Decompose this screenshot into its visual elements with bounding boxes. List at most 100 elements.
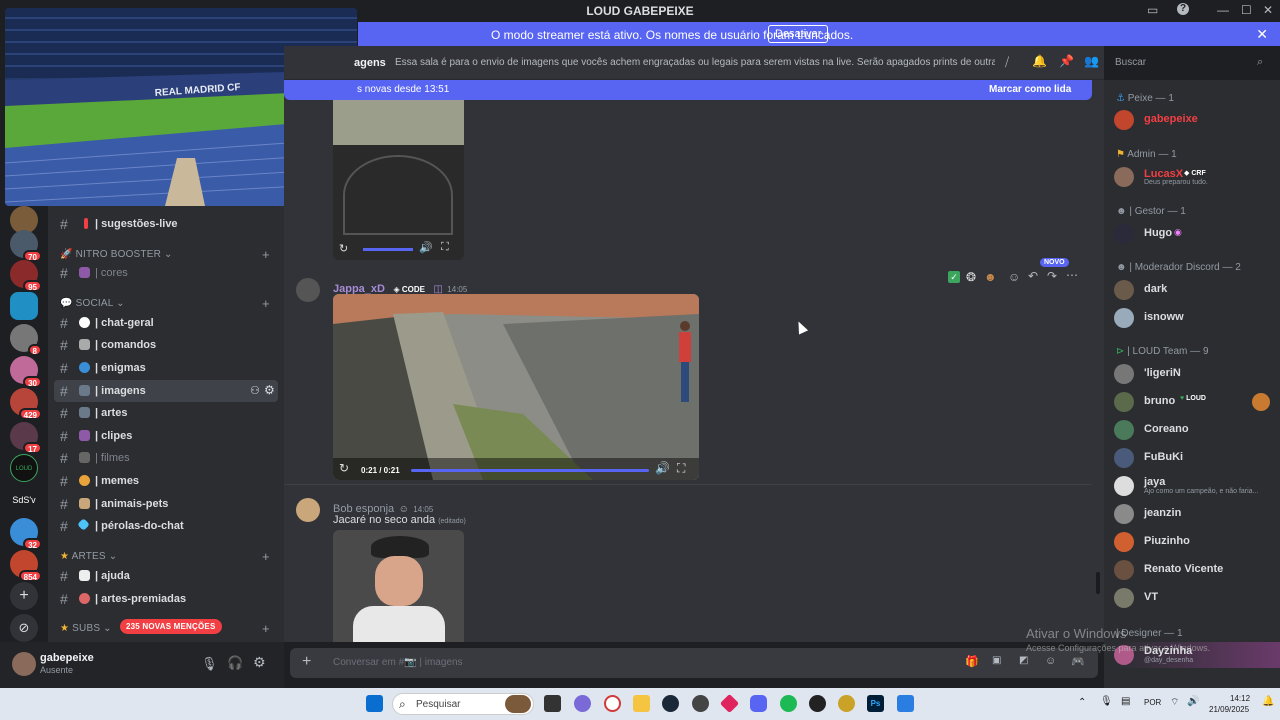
channel-cores[interactable]: # | cores [54, 262, 278, 284]
invite-icon[interactable]: ⚇ [250, 384, 260, 397]
scrollbar[interactable] [1096, 572, 1100, 594]
member-item[interactable]: Coreano [1114, 417, 1280, 443]
start-icon[interactable] [366, 695, 383, 712]
app-icon[interactable] [838, 695, 855, 712]
channel-animais-pets[interactable]: # | animais-pets [54, 493, 278, 515]
reaction-icon[interactable]: ☻ [984, 270, 997, 284]
image-attachment[interactable] [333, 530, 464, 642]
fullscreen-icon[interactable]: ⛶ [677, 461, 685, 476]
channel-clipes[interactable]: # | clipes [54, 425, 278, 447]
member-item[interactable]: gabepeixe [1114, 107, 1280, 133]
channel-comandos[interactable]: # | comandos [54, 334, 278, 356]
channel-filmes[interactable]: # | filmes [54, 447, 278, 469]
emoji-icon[interactable]: ☺ [1045, 655, 1056, 667]
add-server-icon[interactable]: + [10, 582, 38, 610]
reaction-icon[interactable]: ❂ [966, 270, 976, 284]
replay-icon[interactable]: ↻ [339, 242, 348, 255]
steam-icon[interactable] [662, 695, 679, 712]
mic-tray-icon[interactable]: 🎙 [1100, 696, 1113, 707]
spotify-icon[interactable] [780, 695, 797, 712]
category-social[interactable]: 💬 SOCIAL ⌄ + [60, 296, 270, 311]
headphones-icon[interactable]: 🎧 [227, 655, 243, 671]
add-channel-icon[interactable]: + [262, 296, 270, 311]
notifications-icon[interactable]: 🔔 [1262, 696, 1274, 707]
server-icon[interactable]: 8 [10, 324, 42, 356]
member-item[interactable]: Hugo ◉ [1114, 221, 1280, 247]
sticker-icon[interactable]: ◩ [1019, 655, 1028, 666]
task-view-icon[interactable] [544, 695, 561, 712]
server-icon[interactable]: 32 [10, 518, 42, 550]
microphone-icon[interactable]: 🎙 [201, 656, 218, 672]
tray-chevron-icon[interactable]: ⌃ [1078, 697, 1086, 708]
channel-perolas-do-chat[interactable]: # | pérolas-do-chat [54, 515, 278, 537]
member-item[interactable]: LucasX ◆ CRF Deus preparou tudo. [1114, 164, 1280, 190]
member-list-icon[interactable]: 👥 [1084, 54, 1099, 68]
channel-memes[interactable]: # | memes [54, 470, 278, 492]
network-icon[interactable]: ⌔ [1170, 696, 1179, 709]
opera-icon[interactable] [604, 695, 621, 712]
add-channel-icon[interactable]: + [262, 621, 270, 636]
minimize-icon[interactable]: — [1217, 3, 1229, 17]
threads-icon[interactable]: ⧸ [1005, 55, 1009, 70]
member-item[interactable]: VT [1114, 585, 1280, 611]
server-icon[interactable]: 854 [10, 550, 42, 582]
server-icon[interactable]: 17 [10, 422, 42, 454]
server-icon[interactable]: 95 [10, 260, 42, 292]
app-icon[interactable] [719, 693, 740, 714]
attach-plus-icon[interactable]: + [302, 653, 311, 671]
gear-icon[interactable]: ⚙ [264, 383, 275, 397]
member-item[interactable]: 'ligeriN [1114, 361, 1280, 387]
member-item[interactable]: jeanzin [1114, 501, 1280, 527]
tray-icon[interactable]: ▤ [1121, 696, 1130, 707]
channel-chat-geral[interactable]: # | chat-geral [54, 312, 278, 334]
file-explorer-icon[interactable] [633, 695, 650, 712]
more-icon[interactable]: ⋯ [1066, 268, 1078, 282]
avatar[interactable] [296, 498, 320, 522]
member-item[interactable]: FuBuKi [1114, 445, 1280, 471]
video-attachment[interactable]: ↻ 0:21 / 0:21 🔊 ⛶ [333, 294, 699, 480]
settings-gear-icon[interactable]: ⚙ [253, 654, 266, 671]
volume-tray-icon[interactable]: 🔊 [1187, 696, 1199, 707]
channel-imagens[interactable]: # | imagens ⚇ ⚙ [54, 380, 278, 402]
channel-sugestoes-live[interactable]: # | sugestões-live [54, 213, 278, 235]
gift-icon[interactable]: 🎁 [965, 655, 979, 668]
category-nitro-booster[interactable]: 🚀 NITRO BOOSTER ⌄ + [60, 247, 270, 262]
clock-date[interactable]: 21/09/2025 [1209, 705, 1249, 714]
avatar[interactable] [296, 278, 320, 302]
server-icon-sdsv[interactable]: SdS'v [10, 486, 38, 514]
add-channel-icon[interactable]: + [262, 247, 270, 262]
replay-icon[interactable]: ↻ [339, 461, 349, 475]
previous-video[interactable]: ↻ 🔊 ⛶ [333, 100, 464, 260]
close-icon[interactable]: ✕ [1263, 3, 1273, 17]
member-item[interactable]: dark [1114, 277, 1280, 303]
new-messages-bar[interactable]: s novas desde 13:51 Marcar como lida [284, 80, 1092, 100]
channel-ajuda[interactable]: # | ajuda [54, 565, 278, 587]
pin-icon[interactable]: 📌 [1059, 54, 1074, 68]
video-progress[interactable] [411, 469, 649, 472]
channel-artes-premiadas[interactable]: # | artes-premiadas [54, 588, 278, 610]
close-banner-icon[interactable]: ✕ [1256, 26, 1268, 43]
message-composer[interactable]: + Conversar em #📷 | imagens 🎁 ▣ ◩ ☺ 🎮 [290, 648, 1098, 678]
new-mentions-pill[interactable]: 235 NOVAS MENÇÕES [120, 619, 222, 634]
bell-icon[interactable]: 🔔 [1032, 54, 1047, 68]
channel-artes[interactable]: # | artes [54, 402, 278, 424]
screen-share-icon[interactable]: ▭ [1147, 3, 1158, 17]
discord-icon[interactable] [750, 695, 767, 712]
taskbar-search[interactable]: ⌕ Pesquisar [392, 693, 534, 715]
maximize-icon[interactable]: ☐ [1241, 3, 1252, 17]
server-icon[interactable]: 70 [10, 230, 42, 262]
check-reaction-icon[interactable]: ✓ [948, 271, 960, 283]
server-icon[interactable] [10, 292, 38, 320]
channel-enigmas[interactable]: # | enigmas [54, 357, 278, 379]
app-icon[interactable] [692, 695, 709, 712]
obs-icon[interactable] [809, 695, 826, 712]
member-item[interactable]: jaya Ajo como um campeão, e não faria... [1114, 473, 1280, 499]
disable-streamer-button[interactable]: Desativar [768, 25, 829, 43]
member-item[interactable]: Piuzinho [1114, 529, 1280, 555]
volume-icon[interactable]: 🔊 [655, 461, 670, 475]
member-item[interactable]: Renato Vicente [1114, 557, 1280, 583]
gif-icon[interactable]: ▣ [992, 655, 1001, 666]
category-subs[interactable]: ★ SUBS ⌄ 235 NOVAS MENÇÕES + [60, 619, 270, 636]
volume-icon[interactable]: 🔊 [419, 241, 433, 254]
search-input[interactable]: Buscar ⌕ [1109, 53, 1272, 73]
